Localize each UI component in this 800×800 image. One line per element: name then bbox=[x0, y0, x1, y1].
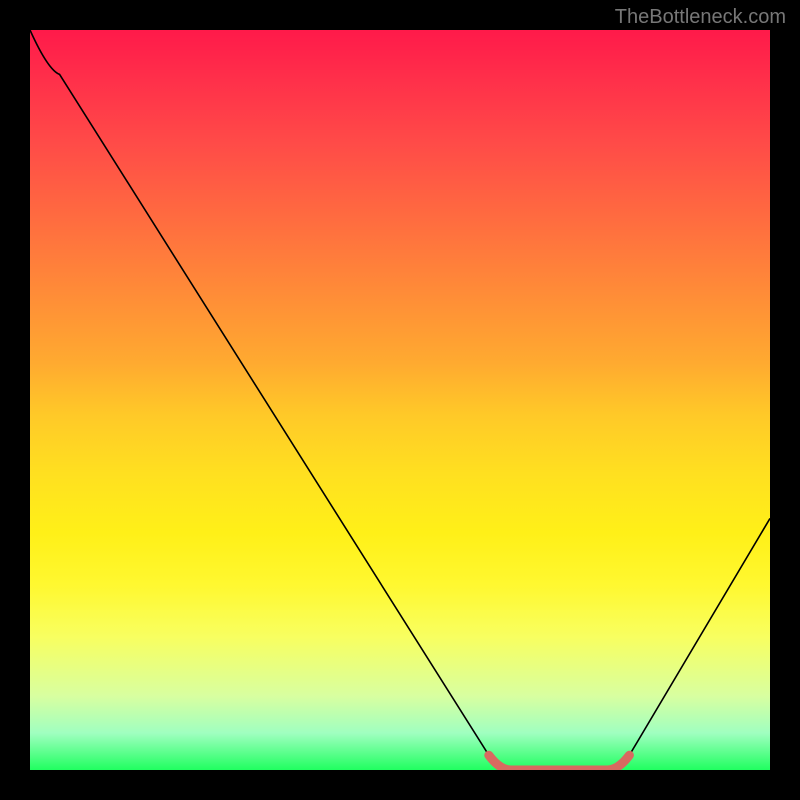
watermark-text: TheBottleneck.com bbox=[615, 6, 786, 29]
plot-area bbox=[30, 30, 770, 770]
highlight-segment-line bbox=[489, 755, 630, 770]
chart-svg bbox=[30, 30, 770, 770]
bottleneck-curve-line bbox=[30, 30, 770, 770]
